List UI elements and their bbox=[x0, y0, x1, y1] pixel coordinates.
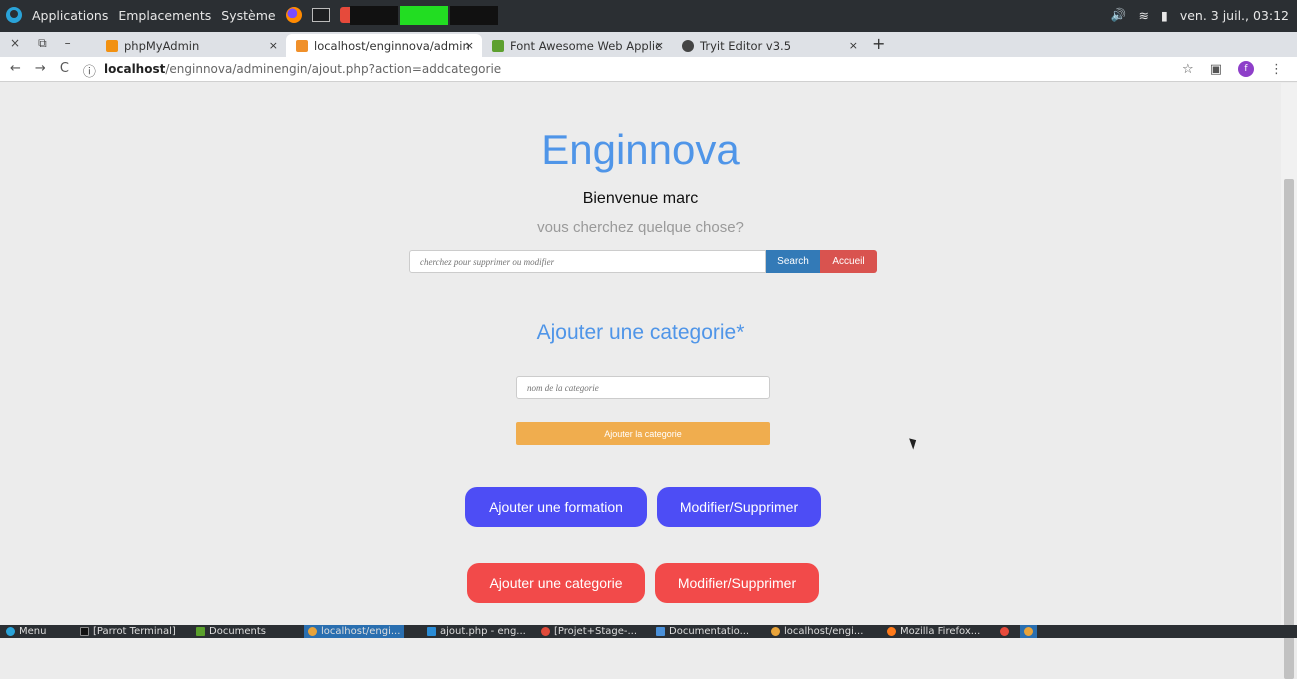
tab-localhost-enginnova[interactable]: localhost/enginnova/admin × bbox=[286, 34, 482, 57]
firefox-icon bbox=[887, 627, 896, 636]
url-path: /enginnova/adminengin/ajout.php?action=a… bbox=[165, 62, 502, 76]
task-label: localhost/engi... bbox=[321, 626, 401, 637]
url-host: localhost bbox=[104, 62, 166, 76]
search-input[interactable] bbox=[409, 250, 766, 273]
tab-label: phpMyAdmin bbox=[124, 38, 200, 53]
tryit-favicon-icon bbox=[682, 39, 694, 52]
tab-label: localhost/enginnova/admin bbox=[314, 38, 470, 53]
search-button[interactable]: Search bbox=[766, 250, 820, 273]
taskbar: Menu [Parrot Terminal] Documents localho… bbox=[0, 625, 1297, 638]
profile-avatar[interactable]: f bbox=[1238, 61, 1254, 77]
tab-font-awesome[interactable]: Font Awesome Web Applic × bbox=[482, 34, 672, 57]
app-icon bbox=[1000, 627, 1009, 636]
folder-icon bbox=[196, 627, 205, 636]
category-name-input[interactable] bbox=[516, 376, 770, 399]
tab-tryit-editor[interactable]: Tryit Editor v3.5 × bbox=[672, 34, 866, 57]
section-title: Ajouter une categorie* bbox=[536, 321, 745, 344]
home-button[interactable]: Accueil bbox=[820, 250, 877, 273]
scrollbar-thumb[interactable] bbox=[1284, 179, 1294, 679]
restore-window-icon[interactable]: ⧉ bbox=[38, 36, 47, 51]
tab-close-icon[interactable]: × bbox=[849, 39, 858, 52]
system-monitor-graphs bbox=[350, 6, 498, 25]
tab-label: Tryit Editor v3.5 bbox=[700, 38, 792, 53]
phpmyadmin-favicon-icon bbox=[106, 39, 118, 52]
extension-icon[interactable]: ▣ bbox=[1210, 62, 1222, 77]
chrome-icon bbox=[308, 627, 317, 636]
forward-arrow-icon[interactable]: → bbox=[35, 61, 46, 80]
memory-graph bbox=[400, 6, 448, 25]
file-icon bbox=[656, 627, 665, 636]
network-graph bbox=[450, 6, 498, 25]
html-favicon-icon bbox=[296, 39, 308, 52]
system-top-bar: Applications Emplacements Système 🔊 ≋ ▮ … bbox=[0, 0, 1297, 32]
clock[interactable]: ven. 3 juil., 03:12 bbox=[1180, 8, 1289, 23]
tab-phpmyadmin[interactable]: phpMyAdmin × bbox=[96, 34, 286, 57]
task-label: Documentatio... bbox=[669, 626, 750, 637]
firefox-launcher-icon[interactable] bbox=[285, 7, 302, 23]
menu-places[interactable]: Emplacements bbox=[118, 8, 211, 23]
minimize-window-icon[interactable]: – bbox=[65, 36, 71, 51]
parrot-menu-icon bbox=[6, 627, 15, 636]
modify-category-button[interactable]: Modifier/Supprimer bbox=[655, 563, 819, 603]
font-awesome-favicon-icon bbox=[492, 39, 504, 52]
brand-title: Enginnova bbox=[541, 126, 740, 173]
new-tab-button[interactable]: + bbox=[872, 34, 885, 53]
tab-close-icon[interactable]: × bbox=[269, 39, 278, 52]
task-label: localhost/engi... bbox=[784, 626, 864, 637]
browser-menu-icon[interactable]: ⋮ bbox=[1270, 62, 1283, 77]
taskbar-item-chrome-localhost-2[interactable]: localhost/engi... bbox=[771, 625, 863, 638]
task-label: Mozilla Firefox... bbox=[900, 626, 981, 637]
task-label: [Parrot Terminal] bbox=[93, 626, 176, 637]
taskbar-item-chrome-active[interactable] bbox=[1020, 625, 1037, 638]
tab-close-icon[interactable]: × bbox=[465, 39, 474, 52]
task-label: Documents bbox=[209, 626, 267, 637]
parrot-logo-icon[interactable] bbox=[6, 7, 22, 23]
terminal-icon bbox=[80, 627, 89, 636]
taskbar-item-chrome-localhost[interactable]: localhost/engi... bbox=[304, 625, 405, 638]
chrome-icon bbox=[771, 627, 780, 636]
taskbar-menu[interactable]: Menu bbox=[6, 625, 46, 638]
info-icon[interactable]: ⓘ bbox=[83, 61, 96, 80]
terminal-launcher-icon[interactable] bbox=[311, 8, 330, 22]
search-prompt: vous cherchez quelque chose? bbox=[537, 219, 744, 236]
battery-icon[interactable]: ▮ bbox=[1161, 8, 1168, 23]
page-scrollbar[interactable] bbox=[1281, 83, 1297, 679]
modify-formation-button[interactable]: Modifier/Supprimer bbox=[657, 487, 821, 527]
document-icon bbox=[541, 627, 550, 636]
volume-icon[interactable]: 🔊 bbox=[1111, 7, 1127, 23]
taskbar-item-projet[interactable]: [Projet+Stage-... bbox=[541, 625, 637, 638]
task-label: [Projet+Stage-... bbox=[554, 626, 638, 637]
taskbar-item-vscode[interactable]: ajout.php - eng... bbox=[427, 625, 526, 638]
reload-icon[interactable]: C bbox=[60, 61, 69, 80]
cpu-graph bbox=[350, 6, 398, 25]
menu-applications[interactable]: Applications bbox=[32, 8, 108, 23]
chrome-icon bbox=[1024, 627, 1033, 636]
menu-system[interactable]: Système bbox=[221, 8, 275, 23]
add-formation-button[interactable]: Ajouter une formation bbox=[465, 487, 647, 527]
add-category-submit-button[interactable]: Ajouter la categorie bbox=[516, 422, 770, 445]
back-arrow-icon[interactable]: ← bbox=[10, 61, 21, 80]
address-bar: ← → C ⓘ localhost/enginnova/adminengin/a… bbox=[0, 57, 1297, 82]
taskbar-item-documents[interactable]: Documents bbox=[196, 625, 266, 638]
close-window-icon[interactable]: × bbox=[10, 36, 20, 51]
taskbar-item-terminal[interactable]: [Parrot Terminal] bbox=[80, 625, 176, 638]
taskbar-item-documentation[interactable]: Documentatio... bbox=[656, 625, 749, 638]
taskbar-item-firefox[interactable]: Mozilla Firefox... bbox=[887, 625, 980, 638]
browser-tab-bar: × ⧉ – phpMyAdmin × localhost/enginnova/a… bbox=[0, 32, 1297, 57]
vscode-icon bbox=[427, 627, 436, 636]
add-category-button[interactable]: Ajouter une categorie bbox=[467, 563, 645, 603]
wifi-icon[interactable]: ≋ bbox=[1138, 8, 1148, 23]
bookmark-star-icon[interactable]: ☆ bbox=[1182, 62, 1194, 77]
taskbar-item-app[interactable] bbox=[1000, 625, 1009, 638]
tab-label: Font Awesome Web Applic bbox=[510, 38, 662, 53]
url-field[interactable]: localhost/enginnova/adminengin/ajout.php… bbox=[104, 62, 501, 76]
tab-close-icon[interactable]: × bbox=[655, 39, 664, 52]
task-label: Menu bbox=[19, 626, 47, 637]
task-label: ajout.php - eng... bbox=[440, 626, 526, 637]
welcome-text: Bienvenue marc bbox=[582, 190, 699, 207]
